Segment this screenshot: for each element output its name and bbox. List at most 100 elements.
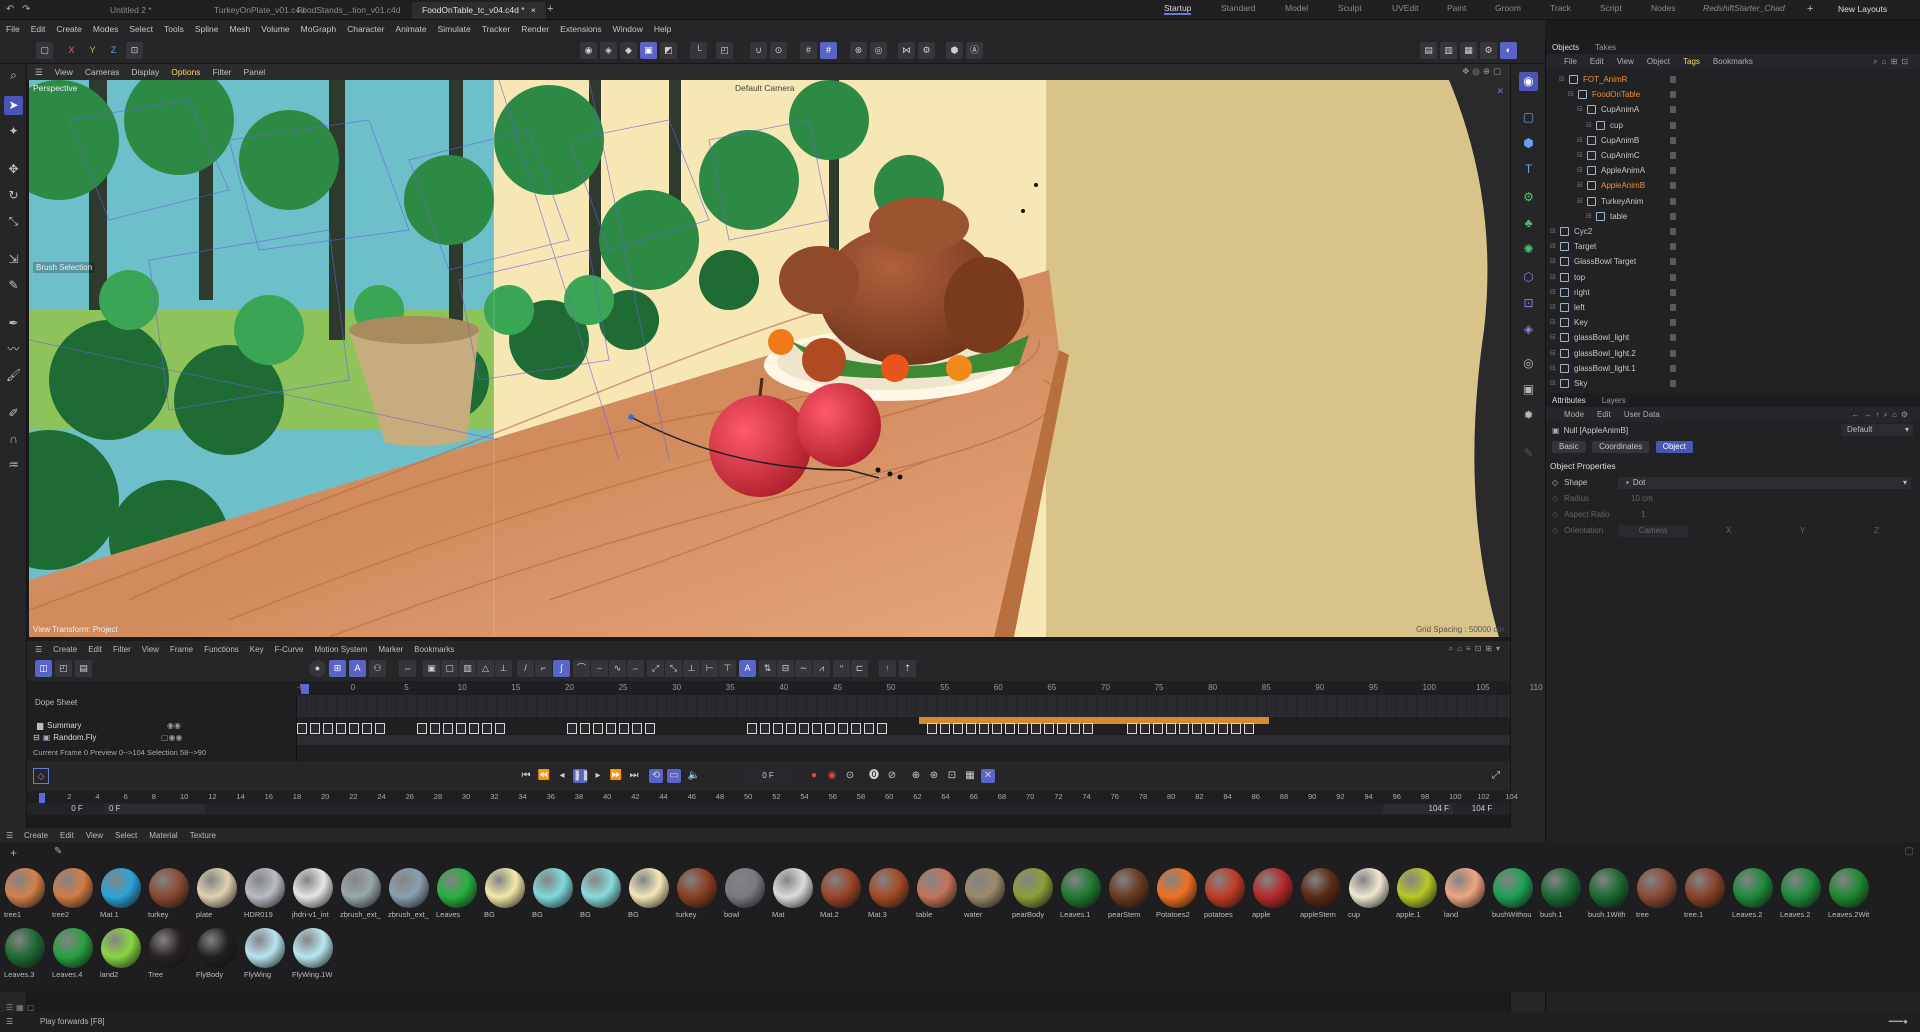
keyframe[interactable]: [812, 723, 822, 734]
expand-icon[interactable]: ⊟: [1577, 133, 1583, 148]
material-swatch[interactable]: FlyBody: [194, 926, 240, 984]
tl-menu-functions[interactable]: Functions: [204, 645, 239, 654]
menu-extensions[interactable]: Extensions: [560, 24, 602, 34]
keyframe[interactable]: [495, 723, 505, 734]
keyframe[interactable]: [645, 723, 655, 734]
keyframe[interactable]: [1083, 723, 1093, 734]
loop-icon[interactable]: ⟲: [649, 769, 663, 783]
keyframe[interactable]: [979, 723, 989, 734]
expand-icon[interactable]: ⊟: [1550, 315, 1556, 330]
material-swatch[interactable]: tree2: [50, 866, 96, 924]
keyframe[interactable]: [349, 723, 359, 734]
redshift-ipr-icon[interactable]: ◉: [1519, 72, 1538, 91]
keyframe[interactable]: [456, 723, 466, 734]
material-swatch[interactable]: zbrush_ext_: [386, 866, 432, 924]
expand-icon[interactable]: ⊟: [1550, 376, 1556, 391]
menu-tools[interactable]: Tools: [164, 24, 184, 34]
rotate-tool-icon[interactable]: ↻: [4, 186, 23, 205]
marker-icon[interactable]: ↑: [879, 660, 896, 677]
key-triangle-icon[interactable]: △: [477, 660, 494, 677]
material-swatch[interactable]: FlyWing.1W: [290, 926, 336, 984]
keyframe[interactable]: [1070, 723, 1080, 734]
record-sphere-icon[interactable]: ●: [309, 660, 326, 677]
object-row[interactable]: ⊟ Target: [1546, 239, 1920, 254]
object-row[interactable]: ⊟ glassBowl_light: [1546, 330, 1920, 345]
tangent-lock-icon[interactable]: ⊥: [683, 660, 700, 677]
previous-frame-icon[interactable]: ◂: [555, 769, 569, 783]
points-mode-icon[interactable]: ◉: [580, 42, 597, 59]
film-icon[interactable]: ▦: [963, 769, 977, 783]
expand-icon[interactable]: ⊟: [1550, 285, 1556, 300]
eyedropper-icon[interactable]: ✎: [54, 846, 62, 857]
visibility-toggle[interactable]: [1670, 273, 1676, 281]
mat-menu-edit[interactable]: Edit: [60, 831, 74, 840]
keyframe[interactable]: [1192, 723, 1202, 734]
link-view-icon[interactable]: ⊞: [329, 660, 346, 677]
timeline-search-icon[interactable]: ⌕⌂≡⊡⊞▾: [1449, 644, 1504, 654]
material-swatch[interactable]: cup: [1346, 866, 1392, 924]
attr-preset-dropdown[interactable]: Default ▾: [1841, 424, 1913, 436]
object-row[interactable]: ⊟ Key: [1546, 315, 1920, 330]
sculpt-brush-icon[interactable]: ✐: [4, 404, 23, 423]
axis-mode-icon[interactable]: └: [690, 42, 707, 59]
key-weight-icon[interactable]: ⊥: [495, 660, 512, 677]
material-swatch[interactable]: Mat.2: [818, 866, 864, 924]
material-swatch[interactable]: turkey: [146, 866, 192, 924]
camera-object-icon[interactable]: ⊡: [1519, 294, 1538, 313]
preview-end-field[interactable]: 104 F: [1383, 804, 1453, 814]
material-swatch[interactable]: BG: [626, 866, 672, 924]
keyframe[interactable]: [864, 723, 874, 734]
tangent-break-icon[interactable]: ⤡: [665, 660, 682, 677]
menu-create[interactable]: Create: [56, 24, 82, 34]
keyframe[interactable]: [580, 723, 590, 734]
render-region-icon[interactable]: ▥: [1440, 42, 1457, 59]
target-icon[interactable]: ◎: [870, 42, 887, 59]
keyframe[interactable]: [786, 723, 796, 734]
material-swatch[interactable]: pearBody: [1010, 866, 1056, 924]
keyframe-diamond-icon[interactable]: ◇: [1552, 478, 1558, 487]
object-manager-search-icon[interactable]: ⌕⌂⊞⊡: [1873, 57, 1912, 67]
menu-mesh[interactable]: Mesh: [230, 24, 251, 34]
keyframe[interactable]: [773, 723, 783, 734]
visibility-toggle[interactable]: [1670, 349, 1676, 357]
attr-coordinates-button[interactable]: Coordinates: [1592, 441, 1650, 453]
visibility-toggle[interactable]: [1670, 364, 1676, 372]
material-swatch[interactable]: BG: [482, 866, 528, 924]
obj-menu-object[interactable]: Object: [1647, 57, 1670, 66]
menu-select[interactable]: Select: [129, 24, 153, 34]
visibility-toggle[interactable]: [1670, 319, 1676, 327]
visibility-toggle[interactable]: [1670, 136, 1676, 144]
smooth-tool-icon[interactable]: ♒: [4, 456, 23, 475]
menu-help[interactable]: Help: [654, 24, 671, 34]
menu-file[interactable]: File: [6, 24, 20, 34]
material-options-icon[interactable]: ▢: [1905, 846, 1914, 857]
pla-key-icon[interactable]: ⊡: [945, 769, 959, 783]
material-swatch[interactable]: plate: [194, 866, 240, 924]
current-frame-marker[interactable]: [301, 684, 309, 694]
material-swatch[interactable]: Leaves.2: [1730, 866, 1776, 924]
spline-sketch-icon[interactable]: 〰: [4, 340, 23, 359]
keyframe[interactable]: [1244, 723, 1254, 734]
menu-tracker[interactable]: Tracker: [482, 24, 511, 34]
timeline-panel-icon[interactable]: ☰: [35, 645, 42, 654]
preview-range-icon[interactable]: ▭: [667, 769, 681, 783]
magnet-tool-icon[interactable]: ∩: [4, 430, 23, 449]
object-row[interactable]: ⊟ left: [1546, 300, 1920, 315]
frame-ruler[interactable]: 0246810121416182022242628303234363840424…: [27, 791, 1518, 815]
preview-start-field[interactable]: 0 F: [105, 804, 205, 814]
material-swatch[interactable]: Leaves.4: [50, 926, 96, 984]
grid-snap-icon[interactable]: #: [820, 42, 837, 59]
rotation-key-icon[interactable]: ⊘: [885, 769, 899, 783]
expand-icon[interactable]: ⊟: [1550, 224, 1556, 239]
start-frame-field[interactable]: 0 F: [57, 804, 97, 814]
keyframe[interactable]: [323, 723, 333, 734]
attr-object-button[interactable]: Object: [1655, 441, 1693, 453]
visibility-toggle[interactable]: [1670, 228, 1676, 235]
search-icon[interactable]: ⌕: [4, 66, 23, 85]
keyframe[interactable]: [747, 723, 757, 734]
lock-track-icon[interactable]: ▢◉◉: [161, 733, 183, 742]
model-mode-icon[interactable]: ▢: [36, 42, 53, 59]
object-row[interactable]: ⊟ right: [1546, 285, 1920, 300]
texture-mode-icon[interactable]: ◩: [660, 42, 677, 59]
keyframe[interactable]: [760, 723, 770, 734]
